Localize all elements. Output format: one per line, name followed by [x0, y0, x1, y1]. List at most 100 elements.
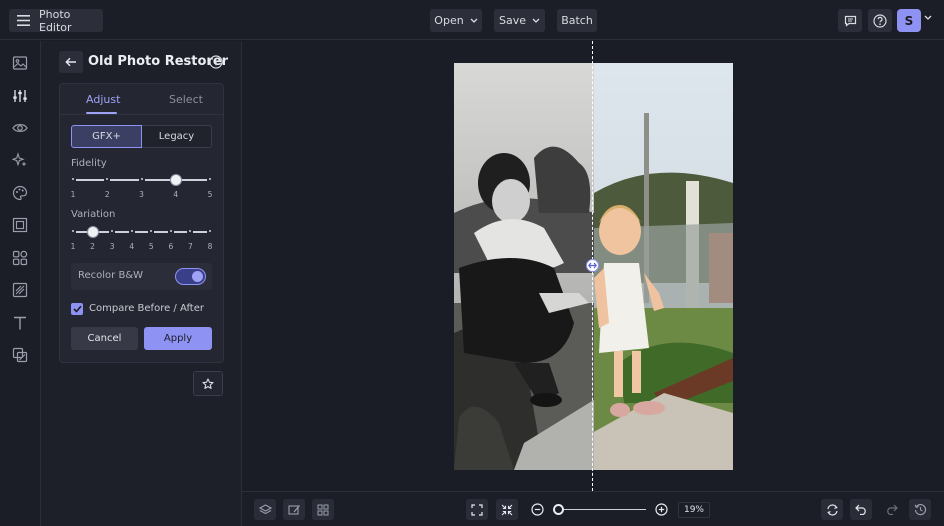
- undo-button[interactable]: [850, 499, 872, 520]
- palette-icon[interactable]: [12, 185, 28, 201]
- compare-label[interactable]: Compare Before / After: [89, 303, 204, 314]
- layers-button[interactable]: [254, 499, 276, 520]
- redo-button[interactable]: [880, 499, 902, 520]
- fidelity-track-segment: [76, 179, 105, 181]
- tab-select[interactable]: Select: [169, 93, 203, 106]
- variation-tick-label: 5: [148, 242, 154, 251]
- reset-button[interactable]: [821, 499, 843, 520]
- variation-tick: [189, 230, 192, 232]
- back-button[interactable]: [59, 51, 83, 73]
- arrow-left-icon: [65, 57, 76, 67]
- variation-thumb[interactable]: [86, 226, 99, 238]
- chevron-down-icon: [470, 18, 478, 23]
- fidelity-thumb[interactable]: [169, 174, 182, 186]
- save-button[interactable]: Save: [494, 9, 545, 32]
- fidelity-slider[interactable]: [71, 174, 212, 186]
- variation-track-segment: [193, 231, 207, 233]
- settings-card: Adjust Select GFX+ Legacy Fidelity 1 2 3 4 5…: [59, 83, 224, 363]
- zoom-out-icon: [530, 503, 544, 516]
- recolor-toggle[interactable]: [175, 268, 206, 285]
- compare-checkbox[interactable]: [71, 303, 83, 315]
- variation-tick: [169, 230, 172, 232]
- zoom-slider-thumb[interactable]: [553, 504, 564, 515]
- frame-icon[interactable]: [12, 217, 28, 233]
- variation-tick: [209, 230, 211, 232]
- open-button[interactable]: Open: [430, 9, 482, 32]
- menu-button[interactable]: Photo Editor: [9, 7, 103, 34]
- fidelity-tick-label: 1: [70, 190, 76, 199]
- fidelity-tick-label: 4: [173, 190, 179, 199]
- image-icon[interactable]: [12, 55, 28, 71]
- variation-tick-labels: 1 2 3 4 5 6 7 8: [70, 242, 213, 252]
- top-bar: Photo Editor Open Save Batch S: [0, 0, 944, 40]
- variation-tick: [130, 230, 133, 232]
- variation-tick-label: 6: [168, 242, 174, 251]
- effects-sparkle-icon[interactable]: [12, 152, 28, 168]
- fidelity-track-segment: [144, 179, 173, 181]
- fidelity-tick: [106, 178, 109, 180]
- batch-label: Batch: [561, 14, 593, 27]
- zoom-slider-track[interactable]: [560, 509, 646, 510]
- variation-tick-label: 2: [90, 242, 95, 251]
- zoom-percent-input[interactable]: 19%: [678, 502, 710, 518]
- chevron-down-icon[interactable]: [924, 15, 932, 20]
- checkmark-icon: [72, 305, 82, 313]
- compare-divider-handle[interactable]: [586, 259, 599, 272]
- info-icon[interactable]: [209, 55, 223, 69]
- grid-icon: [317, 504, 329, 515]
- apply-button[interactable]: Apply: [144, 327, 212, 350]
- toggle-knob: [192, 271, 203, 282]
- fidelity-track-segment: [110, 179, 139, 181]
- user-avatar[interactable]: S: [897, 9, 921, 32]
- variation-tick: [111, 230, 114, 232]
- adjust-sliders-icon[interactable]: [12, 88, 28, 104]
- hamburger-menu-icon: [17, 15, 30, 26]
- undo-icon: [854, 504, 866, 515]
- recolor-row: Recolor B&W: [71, 263, 212, 290]
- tool-panel: Old Photo Restorer Adjust Select GFX+ Le…: [41, 41, 242, 526]
- fidelity-tick-label: 2: [104, 190, 110, 199]
- collapse-icon: [501, 504, 513, 515]
- fit-to-screen-button[interactable]: [466, 499, 488, 520]
- tool-rail: [0, 41, 41, 526]
- bottom-toolbar: 19%: [242, 491, 944, 526]
- grid-view-button[interactable]: [312, 499, 334, 520]
- tab-divider: [60, 114, 223, 115]
- star-icon: [202, 377, 214, 389]
- app-title: Photo Editor: [39, 7, 72, 34]
- layers-icon: [258, 503, 272, 514]
- expand-icon: [471, 503, 483, 516]
- textures-icon[interactable]: [12, 282, 28, 298]
- fidelity-track-segment: [178, 179, 207, 181]
- canvas-area[interactable]: [242, 41, 944, 491]
- favorite-button[interactable]: [193, 371, 223, 396]
- comment-icon: [844, 15, 856, 27]
- cancel-button[interactable]: Cancel: [71, 327, 138, 350]
- open-label: Open: [434, 14, 464, 27]
- actual-size-button[interactable]: [496, 499, 518, 520]
- text-icon[interactable]: [12, 315, 28, 331]
- fidelity-tick-labels: 1 2 3 4 5: [70, 190, 213, 200]
- batch-button[interactable]: Batch: [557, 9, 597, 32]
- feedback-button[interactable]: [838, 9, 862, 32]
- fidelity-label: Fidelity: [71, 158, 107, 169]
- mode-gfx-plus-button[interactable]: GFX+: [71, 125, 142, 148]
- variation-tick-label: 1: [70, 242, 76, 251]
- overlays-icon[interactable]: [12, 250, 28, 266]
- image-manager-button[interactable]: [283, 499, 305, 520]
- zoom-out-button[interactable]: [526, 499, 548, 520]
- panel-title: Old Photo Restorer: [88, 54, 229, 69]
- variation-track-segment: [173, 231, 188, 233]
- graphics-icon[interactable]: [12, 347, 28, 363]
- eye-icon[interactable]: [12, 120, 28, 136]
- history-button[interactable]: [909, 499, 931, 520]
- fidelity-tick: [72, 178, 74, 180]
- variation-slider[interactable]: [71, 226, 212, 238]
- zoom-in-button[interactable]: [650, 499, 672, 520]
- mode-legacy-button[interactable]: Legacy: [142, 125, 212, 148]
- save-label: Save: [498, 14, 526, 27]
- variation-track-segment: [134, 231, 149, 233]
- help-button[interactable]: [868, 9, 892, 32]
- tab-adjust[interactable]: Adjust: [86, 93, 120, 106]
- variation-tick: [72, 230, 74, 232]
